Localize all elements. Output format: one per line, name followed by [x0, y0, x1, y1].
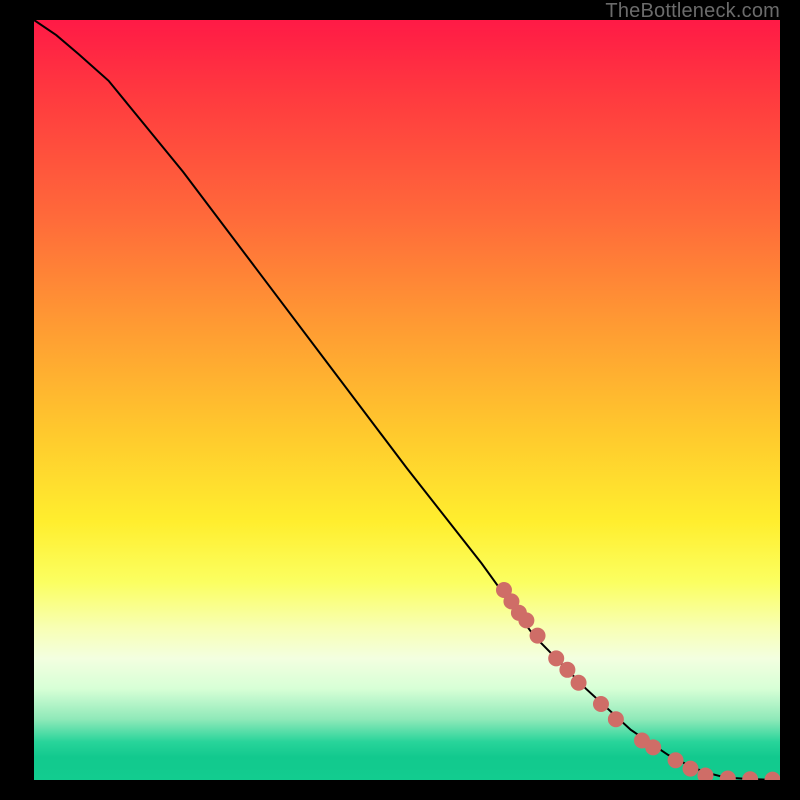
marker-point — [682, 761, 698, 777]
marker-point — [530, 628, 546, 644]
marker-point — [765, 772, 780, 780]
marker-point — [742, 771, 758, 780]
chart-overlay — [34, 20, 780, 780]
marker-point — [697, 767, 713, 780]
marker-point — [668, 752, 684, 768]
marker-point — [608, 711, 624, 727]
marker-point — [548, 650, 564, 666]
marker-point — [645, 739, 661, 755]
marker-point — [503, 593, 519, 609]
chart-frame: TheBottleneck.com — [0, 0, 800, 800]
marker-point — [720, 770, 736, 780]
marker-point — [518, 612, 534, 628]
plot-area — [34, 20, 780, 780]
marker-point — [571, 675, 587, 691]
marker-point — [593, 696, 609, 712]
marker-group — [496, 582, 780, 780]
marker-point — [634, 732, 650, 748]
marker-point — [559, 662, 575, 678]
curve-line — [34, 20, 780, 780]
marker-point — [496, 582, 512, 598]
marker-point — [511, 605, 527, 621]
